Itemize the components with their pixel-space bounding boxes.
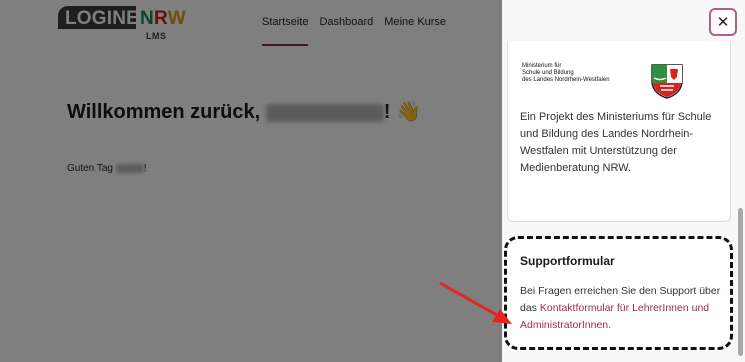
project-description: Ein Projekt des Ministeriums für Schule … <box>520 111 712 174</box>
close-drawer-button[interactable]: ✕ <box>709 8 737 36</box>
nrw-crest-icon <box>651 64 683 99</box>
modal-backdrop[interactable] <box>0 0 502 362</box>
close-icon: ✕ <box>716 14 730 31</box>
support-title: Supportformular <box>520 254 615 268</box>
ministry-card: Ministerium für Schule und Bildung des L… <box>507 41 731 222</box>
ministry-logo-text: Ministerium für Schule und Bildung des L… <box>522 63 610 83</box>
support-card: Supportformular Bei Fragen erreichen Sie… <box>504 236 733 350</box>
support-text: Bei Fragen erreichen Sie den Support übe… <box>520 285 721 331</box>
drawer-scrollbar[interactable] <box>738 208 743 356</box>
contact-form-link[interactable]: Kontaktformular für LehrerInnen und Admi… <box>520 302 709 331</box>
